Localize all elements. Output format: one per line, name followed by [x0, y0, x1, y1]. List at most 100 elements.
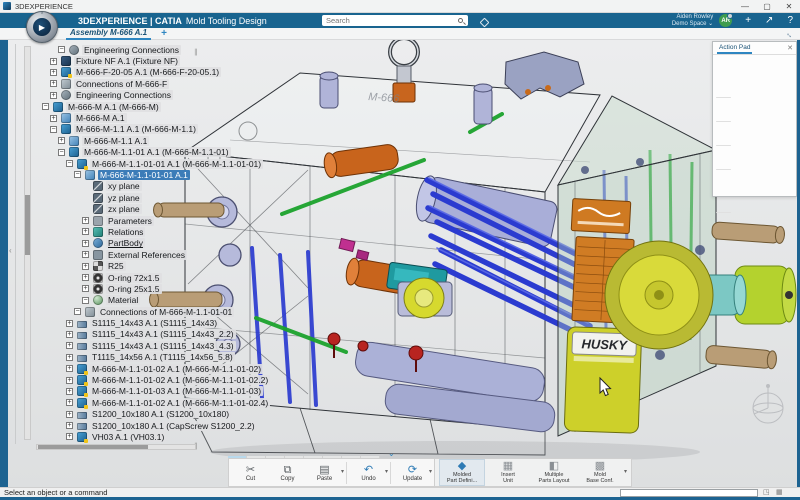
tree-row[interactable]: M-666-M-1.1-01 A.1 (M-666-M-1.1-01)	[34, 147, 434, 158]
tree-expander[interactable]	[82, 251, 89, 258]
3d-compass[interactable]: ⌃ ▶	[26, 11, 58, 43]
tree-row[interactable]: S1115_14x43 A.1 (S1115_14x43_4.3)	[34, 340, 434, 351]
tree-expander[interactable]	[82, 240, 89, 247]
action-pad-icon[interactable]	[716, 169, 731, 170]
tree-row[interactable]: M-666-M-1.1-01-02 A.1 (M-666-M-1.1-01-02…	[34, 363, 434, 374]
tree-expander[interactable]	[82, 297, 89, 304]
tree-row[interactable]: S1115_14x43 A.1 (S1115_14x43)	[34, 317, 434, 328]
tree-row[interactable]: M-666-M-1.1-01-03 A.1 (M-666-M-1.1-01-03…	[34, 386, 434, 397]
scrollbar-thumb[interactable]	[38, 445, 148, 449]
tree-expander[interactable]	[66, 433, 73, 440]
tree-row[interactable]: O-ring 72x1.5	[34, 272, 434, 283]
tree-row[interactable]: M-666-M A.1 (M-666-M)	[34, 101, 434, 112]
tree-row[interactable]: M-666-M A.1	[34, 112, 434, 123]
tree-expander[interactable]	[50, 80, 57, 87]
add-tab-button[interactable]: +	[161, 28, 167, 39]
action-pad-icon[interactable]	[730, 191, 745, 205]
tree-expander[interactable]	[58, 46, 65, 53]
action-pad-header[interactable]: Action Pad ✕	[713, 42, 796, 55]
tree-expander[interactable]	[58, 149, 65, 156]
toolbar-button[interactable]: ⧉ Copy	[269, 459, 306, 486]
toolbar-button[interactable]: ⟳ Update	[394, 459, 431, 486]
tree-expander[interactable]	[50, 115, 57, 122]
tree-row[interactable]: Material	[34, 295, 434, 306]
tree-expander[interactable]	[50, 92, 57, 99]
action-pad-icon[interactable]	[715, 57, 730, 71]
tree-row[interactable]: M-666-M-1.1-01-02 A.1 (M-666-M-1.1-01-02…	[34, 374, 434, 385]
tree-expander[interactable]	[82, 263, 89, 270]
tree-row[interactable]: Fixture NF A.1 (Fixture NF)	[34, 55, 434, 66]
mold-command-button[interactable]: ▩ Mold Base Conf.	[577, 459, 623, 486]
compass-play-icon[interactable]: ▶	[33, 18, 51, 36]
tag-icon[interactable]	[480, 18, 490, 28]
tree-horizontal-scrollbar[interactable]	[36, 444, 196, 450]
command-input[interactable]	[620, 489, 758, 497]
action-pad-icon[interactable]	[775, 172, 790, 186]
tree-row[interactable]: S1200_10x180 A.1 (S1200_10x180)	[34, 409, 434, 420]
tree-row[interactable]: S1115_14x43 A.1 (S1115_14x43_2.2)	[34, 329, 434, 340]
tree-row[interactable]: PartBody	[34, 238, 434, 249]
tree-row[interactable]: VH03 A.1 (VH03.1)	[34, 431, 434, 442]
tree-row[interactable]: M-666-M-1.1-01-01 A.1 (M-666-M-1.1-01-01…	[34, 158, 434, 169]
mold-command-button[interactable]: ◧ Multiple Parts Layout	[531, 459, 577, 486]
action-pad-icon[interactable]	[775, 57, 790, 71]
tree-row[interactable]: xy plane	[34, 181, 434, 192]
action-pad-icon[interactable]	[730, 57, 745, 71]
workspace-menu[interactable]: Demo Space ⌄	[672, 21, 713, 27]
add-content-icon[interactable]: +	[745, 13, 751, 28]
tree-row[interactable]: Connections of M-666-F	[34, 78, 434, 89]
tree-row[interactable]: O-ring 25x1.5	[34, 283, 434, 294]
mold-command-button[interactable]: ▦ Insert Unit	[485, 459, 531, 486]
tree-expander[interactable]	[82, 285, 89, 292]
tree-row[interactable]: M-666-F-20-05 A.1 (M-666-F-20-05.1)	[34, 67, 434, 78]
action-pad-close-icon[interactable]: ✕	[787, 44, 793, 52]
tree-row[interactable]: zx plane	[34, 203, 434, 214]
tree-row[interactable]: T1115_14x56 A.1 (T1115_14x56_5.8)	[34, 352, 434, 363]
action-pad-icon[interactable]	[715, 191, 730, 205]
tree-expander[interactable]	[82, 274, 89, 281]
action-pad-icon[interactable]	[760, 76, 775, 90]
tree-expander[interactable]	[66, 422, 73, 429]
toolbar-button[interactable]: ✂ Cut	[232, 459, 269, 486]
action-pad-icon[interactable]	[730, 124, 745, 138]
action-pad-icon[interactable]	[760, 172, 775, 186]
action-pad-icon[interactable]	[715, 100, 730, 114]
tree-row[interactable]: Relations	[34, 226, 434, 237]
tree-row[interactable]: M-666-M-1.1 A.1 (M-666-M-1.1)	[34, 124, 434, 135]
tree-expander[interactable]	[66, 354, 73, 361]
help-icon[interactable]: ?	[787, 13, 793, 28]
user-info[interactable]: Aiden Rowley Demo Space ⌄	[672, 14, 713, 28]
action-pad-icon[interactable]	[716, 212, 731, 213]
toolbar-button[interactable]: ↶ Undo	[350, 459, 387, 486]
tab-assembly-m666[interactable]: Assembly M-666 A.1	[66, 28, 151, 40]
action-pad-icon[interactable]	[715, 172, 730, 186]
tree-expander[interactable]	[66, 365, 73, 372]
tree-row[interactable]: yz plane	[34, 192, 434, 203]
tree-row[interactable]: M-666-M-1.1 A.1	[34, 135, 434, 146]
tree-row[interactable]: R25	[34, 260, 434, 271]
tree-expander[interactable]	[66, 399, 73, 406]
maximize-button[interactable]: ▢	[756, 2, 778, 11]
tree-expander[interactable]	[50, 69, 57, 76]
action-pad-icon[interactable]	[716, 97, 731, 98]
avatar[interactable]: AR	[719, 14, 732, 27]
tree-row[interactable]: Connections of M-666-M-1.1-01-01	[34, 306, 434, 317]
tree-expander[interactable]	[66, 160, 73, 167]
tree-expander[interactable]	[42, 103, 49, 110]
search-icon[interactable]	[458, 18, 463, 23]
action-pad-icon[interactable]	[730, 172, 745, 186]
action-pad-icon[interactable]	[715, 76, 730, 90]
action-pad-icon[interactable]	[730, 76, 745, 90]
toolbar-button[interactable]	[346, 462, 347, 484]
tree-row[interactable]: S1200_10x180 A.1 (CapScrew S1200_2.2)	[34, 420, 434, 431]
tree-row[interactable]: External References	[34, 249, 434, 260]
tree-expander[interactable]	[74, 308, 81, 315]
splitter-handle-top[interactable]: ∥	[194, 48, 198, 56]
share-icon[interactable]: ↗	[765, 13, 773, 28]
action-pad-icon[interactable]	[730, 100, 745, 114]
tree-expander[interactable]	[66, 342, 73, 349]
search-input[interactable]	[322, 16, 458, 25]
action-pad-icon[interactable]	[760, 57, 775, 71]
tree-expander[interactable]	[50, 58, 57, 65]
action-pad-icon[interactable]	[745, 57, 760, 71]
